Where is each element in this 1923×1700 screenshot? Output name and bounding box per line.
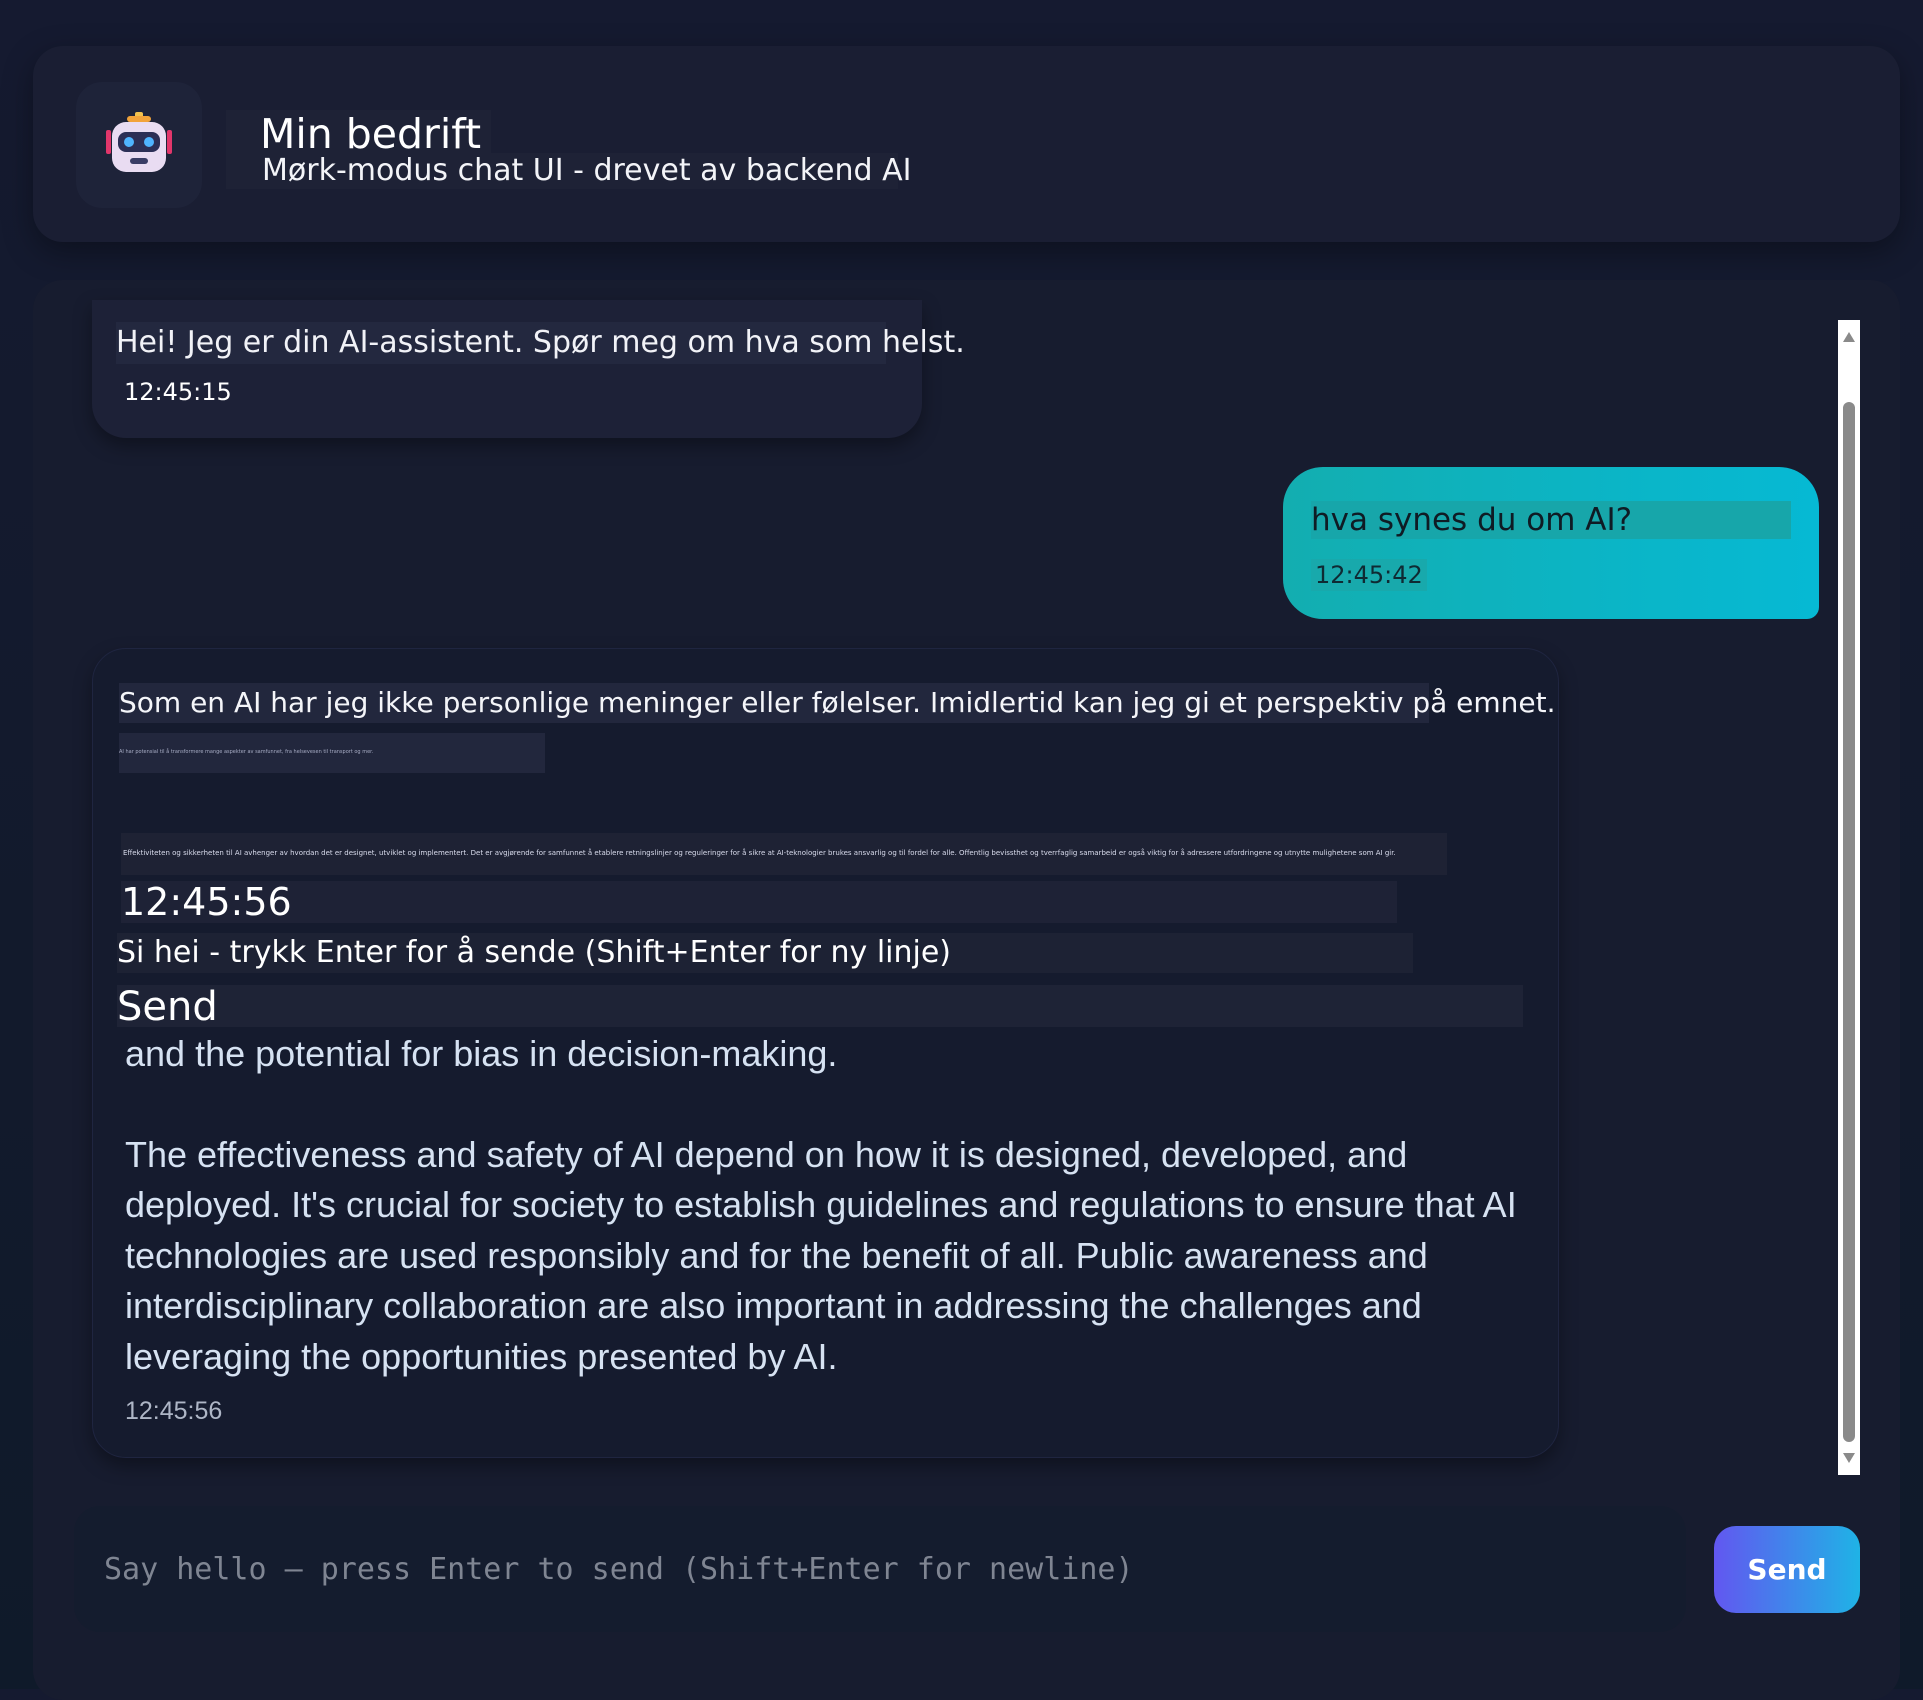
message-text: hva synes du om AI? [1311,501,1791,539]
message-paragraph: and the potential for bias in decision-m… [125,1033,838,1074]
message-composer [74,1506,1686,1632]
bot-avatar [76,82,202,208]
robot-icon [106,112,172,172]
assistant-message: Som en AI har jeg ikke personlige mening… [92,648,1559,1458]
user-message: hva synes du om AI? 12:45:42 [1283,467,1819,619]
message-text-line: Som en AI har jeg ikke personlige mening… [119,683,1556,723]
app-title: Min bedrift [226,110,491,158]
message-time-overlay: 12:45:56 [121,881,1397,923]
message-text: Hei! Jeg er din AI-assistent. Spør meg o… [116,322,965,364]
message-text-small: AI har potensial til å transformere mang… [119,733,545,773]
message-time: 12:45:42 [1311,559,1427,591]
message-paragraph: The effectiveness and safety of AI depen… [125,1133,1517,1377]
message-time: 12:45:56 [125,1397,223,1425]
scroll-up-arrow-icon[interactable] [1843,332,1855,342]
message-time: 12:45:15 [124,378,232,406]
composer-hint-overlay: Si hei - trykk Enter for å sende (Shift+… [117,933,1413,973]
chat-header: Min bedrift Mørk-modus chat UI - drevet … [33,46,1900,242]
scrollbar-thumb[interactable] [1843,402,1855,1442]
message-input[interactable] [74,1506,1686,1632]
scroll-down-arrow-icon[interactable] [1843,1453,1855,1463]
chat-scrollbar[interactable] [1838,320,1860,1475]
assistant-message: Hei! Jeg er din AI-assistent. Spør meg o… [92,300,965,438]
send-label-overlay: Send [117,985,1523,1029]
send-button[interactable]: Send [1714,1526,1860,1613]
app-subtitle: Mørk-modus chat UI - drevet av backend A… [226,153,911,189]
message-body: and the potential for bias in decision-m… [125,1029,1525,1382]
message-text-small: Effektiviteten og sikkerheten til AI avh… [121,833,1447,875]
